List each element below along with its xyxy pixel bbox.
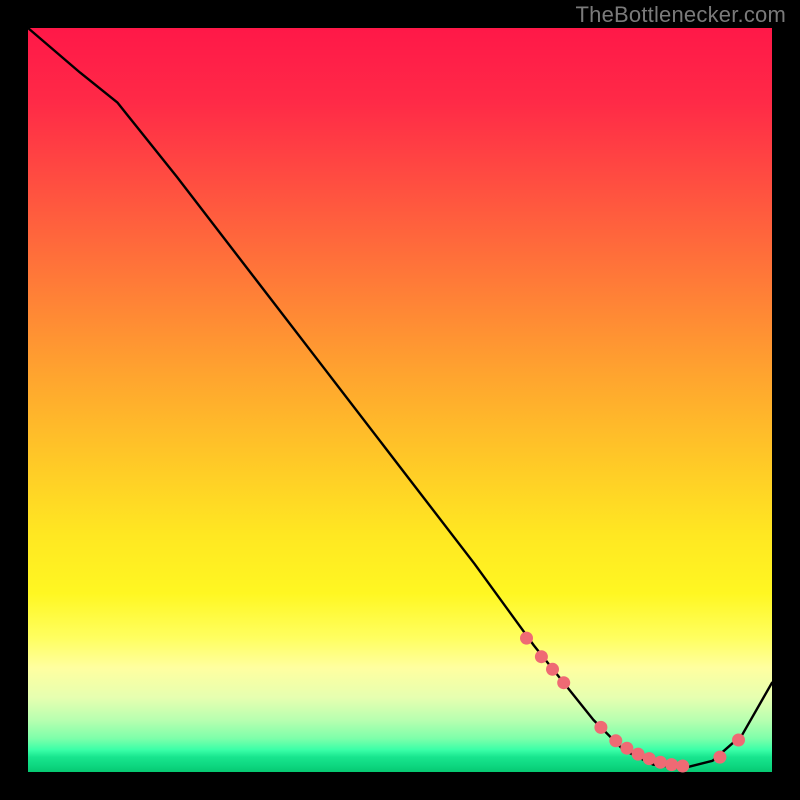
bottleneck-curve <box>28 28 772 768</box>
marker-dot <box>732 734 745 747</box>
marker-dot <box>557 676 570 689</box>
plot-area <box>28 28 772 772</box>
marker-group <box>520 632 745 773</box>
marker-dot <box>713 751 726 764</box>
marker-dot <box>643 752 656 765</box>
marker-dot <box>520 632 533 645</box>
marker-dot <box>665 758 678 771</box>
marker-dot <box>676 760 689 773</box>
watermark-text: TheBottlenecker.com <box>576 2 786 28</box>
marker-dot <box>620 742 633 755</box>
marker-dot <box>535 650 548 663</box>
marker-dot <box>654 756 667 769</box>
marker-dot <box>632 748 645 761</box>
marker-dot <box>594 721 607 734</box>
chart-svg <box>28 28 772 772</box>
chart-container: TheBottlenecker.com <box>0 0 800 800</box>
marker-dot <box>546 663 559 676</box>
marker-dot <box>609 734 622 747</box>
